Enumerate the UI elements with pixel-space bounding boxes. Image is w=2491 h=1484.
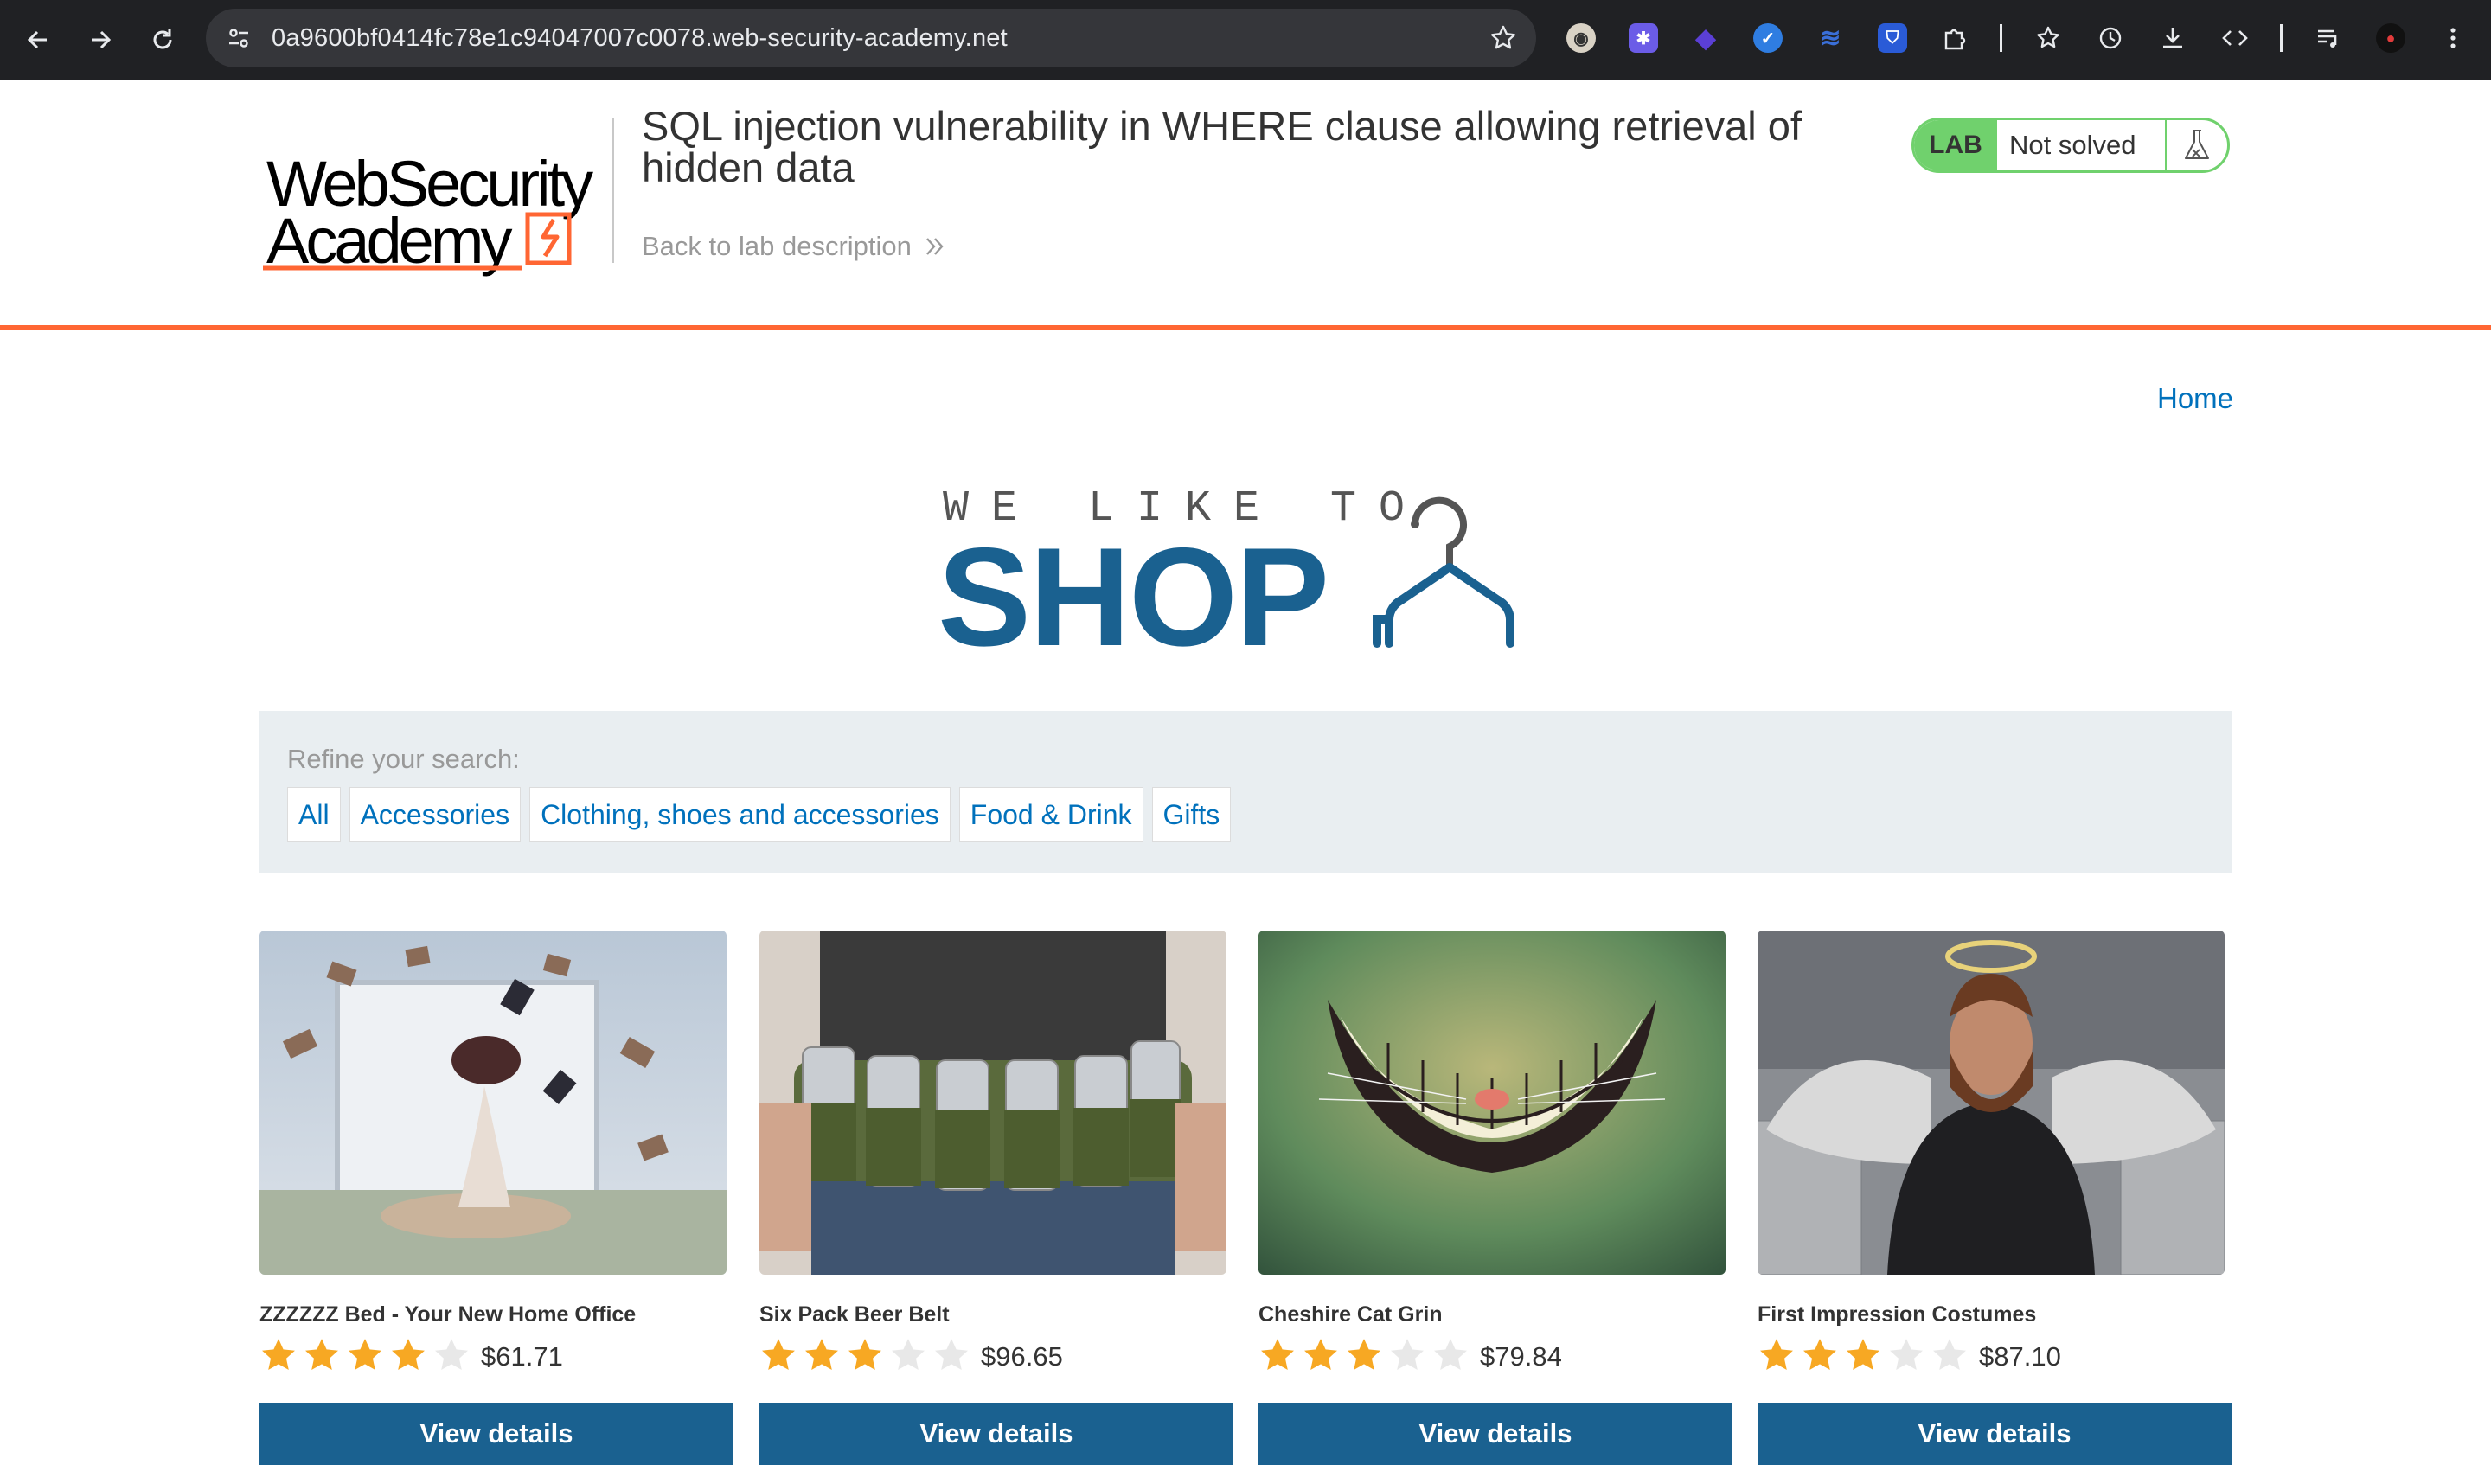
star-filled-icon <box>846 1337 884 1376</box>
extensions-puzzle-icon[interactable] <box>1937 21 1972 55</box>
star-filled-icon <box>1758 1337 1796 1376</box>
header-accent-rule <box>0 325 2491 330</box>
star-empty-icon <box>1388 1337 1426 1376</box>
extension-check-icon[interactable]: ✓ <box>1751 21 1785 55</box>
product-image <box>759 931 1226 1275</box>
star-empty-icon <box>1887 1337 1925 1376</box>
product-image <box>1758 931 2225 1275</box>
star-rating <box>1258 1337 1470 1376</box>
browser-toolbar: 0a9600bf0414fc78e1c94047007c0078.web-sec… <box>0 0 2491 80</box>
star-rating <box>759 1337 970 1376</box>
star-filled-icon <box>303 1337 341 1376</box>
product-image <box>1258 931 1726 1275</box>
back-to-lab-description-link[interactable]: Back to lab description <box>642 231 946 262</box>
address-bar[interactable]: 0a9600bf0414fc78e1c94047007c0078.web-sec… <box>206 9 1536 67</box>
product-price: $87.10 <box>1979 1340 2061 1372</box>
lab-label: LAB <box>1914 120 1997 170</box>
home-link[interactable]: Home <box>2157 382 2233 415</box>
star-empty-icon <box>1431 1337 1470 1376</box>
view-details-button[interactable]: View details <box>1758 1403 2232 1465</box>
double-chevron-right-icon <box>926 238 944 255</box>
extension-gear-icon[interactable]: ✱ <box>1626 21 1661 55</box>
product-name: Six Pack Beer Belt <box>759 1302 950 1327</box>
extension-diamond-icon[interactable]: ◆ <box>1688 21 1723 55</box>
product-name: Cheshire Cat Grin <box>1258 1302 1443 1327</box>
devtools-code-icon[interactable] <box>2218 21 2252 55</box>
filter-gifts[interactable]: Gifts <box>1151 787 1232 842</box>
star-filled-icon <box>1258 1337 1297 1376</box>
lab-status-text: Not solved <box>1997 120 2167 170</box>
web-security-academy-logo[interactable]: WebSecurity Academy <box>259 114 609 287</box>
star-filled-icon <box>1302 1337 1340 1376</box>
lab-status-badge: LAB Not solved <box>1911 118 2230 173</box>
reload-icon[interactable] <box>142 19 183 61</box>
product-rating: $79.84 <box>1258 1337 1562 1376</box>
star-filled-icon <box>1844 1337 1882 1376</box>
clothes-hanger-icon <box>1373 496 1514 648</box>
product-name: ZZZZZZ Bed - Your New Home Office <box>259 1302 637 1327</box>
filter-food-drink[interactable]: Food & Drink <box>958 787 1143 842</box>
product-rating: $96.65 <box>759 1337 1063 1376</box>
product-image <box>259 931 727 1275</box>
reading-list-icon[interactable] <box>2311 21 2346 55</box>
bookmark-star-icon[interactable] <box>1486 21 1521 55</box>
view-details-button[interactable]: View details <box>259 1403 733 1465</box>
extension-layers-icon[interactable]: ≋ <box>1813 21 1847 55</box>
back-arrow-icon[interactable] <box>17 19 59 61</box>
filter-panel: Refine your search: All Accessories Clot… <box>259 711 2232 873</box>
download-icon[interactable] <box>2155 21 2190 55</box>
lab-title: SQL injection vulnerability in WHERE cla… <box>642 103 1802 190</box>
star-filled-icon <box>259 1337 298 1376</box>
extension-owl-icon[interactable]: ◉ <box>1564 21 1598 55</box>
header-divider <box>612 118 614 263</box>
product-price: $79.84 <box>1480 1340 1562 1372</box>
star-empty-icon <box>432 1337 471 1376</box>
back-link-label: Back to lab description <box>642 231 912 261</box>
view-details-button[interactable]: View details <box>1258 1403 1732 1465</box>
academy-header: WebSecurity Academy SQL injection vulner… <box>0 80 2491 330</box>
star-empty-icon <box>889 1337 927 1376</box>
extension-shield-icon[interactable]: ⛉ <box>1875 21 1910 55</box>
star-filled-icon <box>346 1337 384 1376</box>
star-empty-icon <box>932 1337 970 1376</box>
menu-kebab-icon[interactable] <box>2436 21 2470 55</box>
category-filter-list: All Accessories Clothing, shoes and acce… <box>287 787 1232 842</box>
product-price: $61.71 <box>481 1340 563 1372</box>
product-price: $96.65 <box>981 1340 1063 1372</box>
history-icon[interactable] <box>2093 21 2128 55</box>
toolbar-separator <box>2000 24 2002 52</box>
star-filled-icon <box>759 1337 797 1376</box>
view-details-button[interactable]: View details <box>759 1403 1233 1465</box>
product-name: First Impression Costumes <box>1758 1302 2037 1327</box>
profile-avatar[interactable]: ● <box>2373 21 2408 55</box>
star-filled-icon <box>1801 1337 1839 1376</box>
star-filled-icon <box>803 1337 841 1376</box>
star-filled-icon <box>1345 1337 1383 1376</box>
product-rating: $61.71 <box>259 1337 563 1376</box>
toolbar-separator <box>2280 24 2283 52</box>
filter-all[interactable]: All <box>287 787 341 842</box>
shop-logo-wordmark: SHOP <box>938 519 1329 675</box>
site-info-icon[interactable] <box>221 21 256 55</box>
flask-icon <box>2167 120 2227 170</box>
filter-accessories[interactable]: Accessories <box>349 787 522 842</box>
we-like-to-shop-logo: WE LIKE TO SHOP <box>938 484 1560 668</box>
url-text[interactable]: 0a9600bf0414fc78e1c94047007c0078.web-sec… <box>272 24 1008 53</box>
filter-clothing-shoes-accessories[interactable]: Clothing, shoes and accessories <box>529 787 951 842</box>
product-rating: $87.10 <box>1758 1337 2061 1376</box>
star-rating <box>259 1337 471 1376</box>
forward-arrow-icon[interactable] <box>80 19 121 61</box>
favorites-star-icon[interactable] <box>2031 21 2065 55</box>
logo-lightning-icon <box>263 212 572 271</box>
star-empty-icon <box>1931 1337 1969 1376</box>
star-filled-icon <box>389 1337 427 1376</box>
refine-search-label: Refine your search: <box>287 744 520 774</box>
star-rating <box>1758 1337 1969 1376</box>
